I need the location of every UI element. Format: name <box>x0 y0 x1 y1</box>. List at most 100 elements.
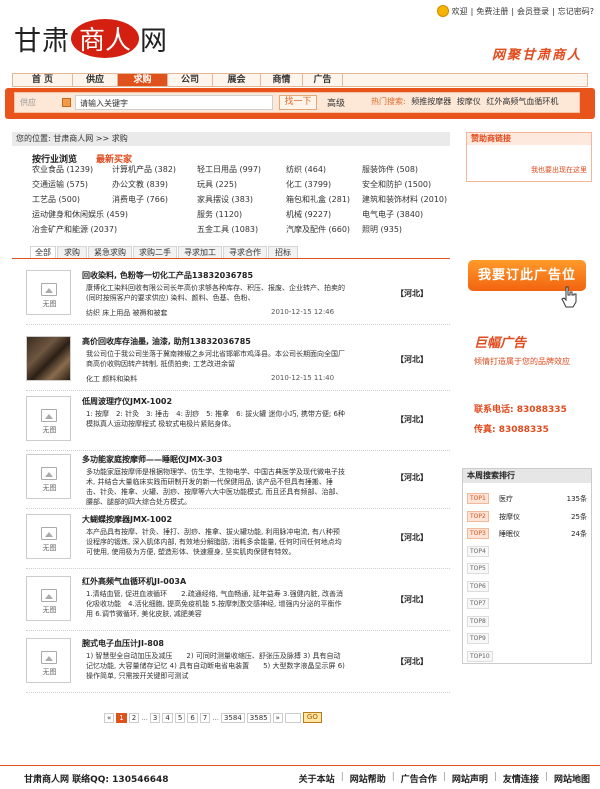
listing-title[interactable]: 低周波理疗仪JMX-1002 <box>82 396 172 407</box>
listing-thumbnail[interactable]: 无图 <box>26 270 71 315</box>
listing-title[interactable]: 多功能家庭按摩师——睡眠仪JMX-303 <box>82 454 222 465</box>
listing-tags[interactable]: 纺织 床上用品 被褥和被套 <box>86 308 167 318</box>
category-link[interactable]: 汽摩及配件 (660) <box>286 224 350 235</box>
pager-page[interactable]: 5 <box>174 712 186 723</box>
ranking-keyword[interactable]: 医疗 <box>499 494 513 504</box>
nav-item[interactable]: 供应 <box>73 74 118 86</box>
category-link[interactable]: 安全和防护 (1500) <box>362 179 431 190</box>
login-link[interactable]: 会员登录 <box>517 6 549 17</box>
no-image-icon <box>41 467 57 480</box>
pager-input[interactable] <box>284 712 301 723</box>
ranking-row[interactable]: TOP6 <box>467 580 587 593</box>
listing-thumbnail[interactable]: 无图 <box>26 638 71 683</box>
footer-link[interactable]: 关于本站 <box>299 772 335 785</box>
category-link[interactable]: 机械 (9227) <box>286 209 331 220</box>
footer-link[interactable]: 网站声明 <box>452 772 488 785</box>
pager-page[interactable]: 3 <box>149 712 161 723</box>
pager-page[interactable]: 2 <box>128 712 140 723</box>
footer-link[interactable]: 友情连接 <box>503 772 539 785</box>
footer-link[interactable]: 广告合作 <box>401 772 437 785</box>
site-logo[interactable]: 甘肃 商人 网 <box>14 18 168 58</box>
pager-page[interactable]: 3584 <box>220 712 245 723</box>
pager-page[interactable]: 6 <box>187 712 198 723</box>
category-link[interactable]: 运动健身和休闲娱乐 (459) <box>32 209 128 220</box>
ranking-row[interactable]: TOP1 医疗 135条 <box>467 493 587 505</box>
category-link[interactable]: 五金工具 (1083) <box>197 224 258 235</box>
search-category[interactable]: 供应 <box>20 97 36 108</box>
nav-item[interactable]: 广告 <box>303 74 343 86</box>
listing-thumbnail[interactable]: 无图 <box>26 514 71 559</box>
category-link[interactable]: 工艺品 (500) <box>32 194 80 205</box>
listing-title[interactable]: 大蝴蝶按摩器JMX-1002 <box>82 514 172 525</box>
category-link[interactable]: 化工 (3799) <box>286 179 331 190</box>
category-link[interactable]: 箱包和礼盒 (281) <box>286 194 350 205</box>
no-image-icon <box>41 651 57 664</box>
footer-link[interactable]: 网站地图 <box>554 772 590 785</box>
listing-tags[interactable]: 化工 颜料和染料 <box>86 374 137 384</box>
category-link[interactable]: 家具摆设 (383) <box>197 194 253 205</box>
category-link[interactable]: 消费电子 (766) <box>112 194 168 205</box>
ranking-row[interactable]: TOP3 睡眠仪 24条 <box>467 528 587 540</box>
category-link[interactable]: 玩具 (225) <box>197 179 237 190</box>
listing-thumbnail[interactable]: 无图 <box>26 396 71 441</box>
ranking-row[interactable]: TOP10 <box>467 650 587 663</box>
nav-item[interactable]: 求购 <box>118 74 168 86</box>
ranking-row[interactable]: TOP8 <box>467 615 587 628</box>
listing-item: 无图 腕式电子血压计JI-808 1) 智慧型全自动加压及减压 2) 可同时测量收缩… <box>26 638 446 694</box>
category-link[interactable]: 照明 (935) <box>362 224 402 235</box>
listing-title[interactable]: 腕式电子血压计JI-808 <box>82 638 164 649</box>
listing-thumbnail[interactable]: 无图 <box>26 576 71 621</box>
listing-thumbnail[interactable]: 无图 <box>26 454 71 499</box>
pager-prev[interactable]: « <box>104 712 115 723</box>
ranking-row[interactable]: TOP5 <box>467 563 587 575</box>
listing-province: 【河北】 <box>396 355 428 364</box>
weekly-search-ranking: 本周搜索排行 TOP1 医疗 135条 TOP2 按摩仪 25条 TOP3 睡眠仪 24条 TOP… <box>462 468 592 664</box>
listing-title[interactable]: 回收染料, 色粉等一切化工产品13832036785 <box>82 270 253 281</box>
ranking-count: 25条 <box>571 512 587 521</box>
listing-title[interactable]: 高价回收库存油墨, 油漆, 助剂13832036785 <box>82 336 251 347</box>
pager-page[interactable]: 7 <box>199 712 211 723</box>
category-link[interactable]: 轻工日用品 (997) <box>197 164 261 175</box>
category-link[interactable]: 农业食品 (1239) <box>32 164 93 175</box>
category-link[interactable]: 交通运输 (575) <box>32 179 88 190</box>
category-link[interactable]: 计算机产品 (382) <box>112 164 176 175</box>
search-button[interactable]: 找一下 <box>279 95 317 110</box>
ranking-row[interactable]: TOP9 <box>467 633 587 645</box>
hot-search-word[interactable]: 红外高频气血循环机 <box>486 97 558 106</box>
nav-item[interactable]: 商情 <box>261 74 303 86</box>
pager-page[interactable]: 4 <box>162 712 173 723</box>
pager-page[interactable]: 3585 <box>246 712 271 723</box>
category-link[interactable]: 电气电子 (3840) <box>362 209 423 220</box>
category-link[interactable]: 办公文教 (839) <box>112 179 168 190</box>
advanced-search-link[interactable]: 高级 <box>327 96 345 109</box>
pager-go-button[interactable]: GO <box>302 712 322 723</box>
footer-link[interactable]: 网站帮助 <box>350 772 386 785</box>
pager-next[interactable]: » <box>272 712 283 723</box>
forgot-password-link[interactable]: 忘记密码? <box>558 6 594 17</box>
category-link[interactable]: 纺织 (464) <box>286 164 326 175</box>
no-image-label: 无图 <box>42 606 57 614</box>
category-link[interactable]: 服务 (1120) <box>197 209 242 220</box>
sponsor-link[interactable]: 我也要出现在这里 <box>531 165 587 175</box>
category-link[interactable]: 服装饰件 (508) <box>362 164 418 175</box>
dropdown-icon[interactable] <box>62 98 71 107</box>
ranking-row[interactable]: TOP2 按摩仪 25条 <box>467 510 587 523</box>
listing-title[interactable]: 红外高频气血循环机JI-003A <box>82 576 186 587</box>
hot-search-word[interactable]: 频推按摩器 <box>411 97 451 106</box>
ranking-keyword[interactable]: 睡眠仪 <box>499 529 520 539</box>
hot-search-label: 热门搜索: <box>371 97 406 106</box>
ranking-keyword[interactable]: 按摩仪 <box>499 512 520 522</box>
register-link[interactable]: 免费注册 <box>476 6 508 17</box>
listing-thumbnail[interactable] <box>26 336 71 381</box>
search-input[interactable]: 请输入关键字 <box>75 95 273 110</box>
category-link[interactable]: 冶金矿产和能源 (2037) <box>32 224 117 235</box>
ranking-row[interactable]: TOP7 <box>467 598 587 610</box>
nav-item[interactable]: 首 页 <box>13 74 73 86</box>
category-link[interactable]: 建筑和装饰材料 (2010) <box>362 194 447 205</box>
nav-item[interactable]: 公司 <box>168 74 213 86</box>
ranking-tag: TOP5 <box>467 563 489 574</box>
pager-page[interactable]: 1 <box>116 712 127 723</box>
hot-search-word[interactable]: 按摩仪 <box>457 97 481 106</box>
nav-item[interactable]: 展会 <box>213 74 261 86</box>
ranking-row[interactable]: TOP4 <box>467 545 587 558</box>
